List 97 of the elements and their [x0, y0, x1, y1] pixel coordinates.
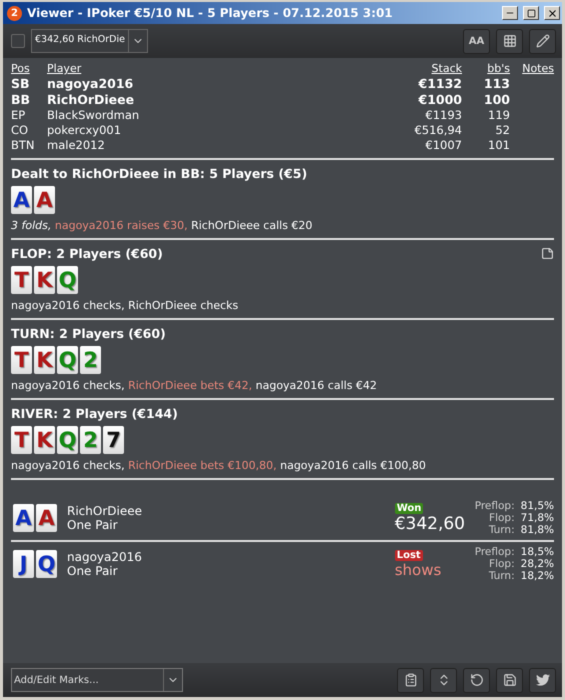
equity-label: Turn:	[488, 524, 515, 536]
marks-field[interactable]: Add/Edit Marks...	[12, 669, 163, 691]
hand-rank: One Pair	[67, 564, 119, 578]
maximize-icon	[526, 8, 536, 18]
playing-card: A	[36, 504, 57, 532]
position-cell-text: CO	[11, 123, 30, 137]
action-line: nagoya2016 checks, RichOrDieee checks	[11, 299, 240, 312]
sort-button[interactable]	[430, 668, 457, 692]
grid-button[interactable]	[496, 28, 523, 54]
player-name: RichOrDieee	[47, 92, 136, 107]
hand-select[interactable]: €342,60 RichOrDie	[31, 29, 148, 53]
position-cell-text: BTN	[11, 138, 36, 152]
player-name: nagoya2016	[67, 550, 143, 564]
equity-label: Preflop:	[474, 546, 515, 558]
street-title: TURN: 2 Players (€60)	[11, 326, 166, 341]
notes-button[interactable]	[397, 668, 424, 692]
player-name: RichOrDieee	[67, 504, 143, 518]
equity-value: 28,2%	[520, 558, 554, 570]
note-icon[interactable]	[541, 247, 554, 260]
equity-label: Flop:	[488, 512, 515, 524]
position-cell-text: SB	[11, 76, 31, 91]
grid-icon	[502, 34, 516, 48]
playing-card: 2	[80, 346, 101, 374]
close-button[interactable]	[544, 6, 560, 20]
stack-cell-text: €1000	[417, 92, 462, 107]
equity-label: Preflop:	[474, 500, 515, 512]
stack-cell-text: €1007	[424, 138, 462, 152]
save-button[interactable]	[496, 668, 523, 692]
playing-card: T	[11, 346, 32, 374]
maximize-button[interactable]	[523, 6, 539, 20]
column-header[interactable]: Player	[47, 62, 352, 75]
playing-card: K	[34, 426, 55, 454]
outcome-badge: Won	[394, 502, 424, 514]
playing-card: K	[34, 266, 55, 294]
equity-label: Flop:	[488, 558, 515, 570]
marks-dropdown[interactable]: Add/Edit Marks...	[11, 668, 183, 692]
outcome-badge: Lost	[394, 550, 423, 560]
street-title: FLOP: 2 Players (€60)	[11, 246, 163, 261]
playing-card: Q	[57, 266, 78, 294]
hand-rank: One Pair	[67, 518, 119, 532]
stack-cell-text: €516,94	[413, 123, 462, 137]
big-blinds-cell-text: 119	[487, 108, 510, 122]
playing-card: K	[34, 346, 55, 374]
action-line: nagoya2016 checks, RichOrDieee bets €42, nagoya2016 calls €42	[11, 379, 378, 392]
edit-button[interactable]	[529, 28, 556, 54]
street-title: RIVER: 2 Players (€144)	[11, 406, 178, 421]
close-icon	[546, 8, 558, 18]
playing-card: 7	[103, 426, 124, 454]
minimize-button[interactable]	[502, 6, 518, 20]
big-blinds-cell-text: 113	[482, 76, 510, 91]
result-amount: €342,60	[394, 514, 465, 534]
rotate-icon	[470, 673, 484, 687]
playing-card: Q	[57, 426, 78, 454]
playing-card: Q	[36, 550, 57, 578]
playing-card: A	[34, 186, 55, 214]
font-size-button[interactable]: AA	[463, 28, 490, 54]
equity-value: 18,5%	[520, 546, 554, 558]
checkbox[interactable]	[11, 34, 25, 48]
playing-card: A	[11, 186, 32, 214]
column-header[interactable]: bb's	[462, 62, 510, 75]
stack-cell-text: €1132	[417, 76, 462, 91]
column-header[interactable]: Notes	[510, 62, 554, 75]
playing-card: Q	[57, 346, 78, 374]
player-name: pokercxy001	[47, 123, 122, 137]
playing-card: J	[13, 550, 34, 578]
equity-value: 18,2%	[520, 570, 554, 582]
player-name: male2012	[47, 138, 106, 152]
stack-cell-text: €1193	[424, 108, 462, 122]
street-title: Dealt to RichOrDieee in BB: 5 Players (€5)	[11, 166, 308, 181]
equity-value: 81,8%	[520, 524, 554, 536]
playing-card: A	[13, 504, 34, 532]
playing-card: T	[11, 266, 32, 294]
save-icon	[502, 673, 516, 687]
position-cell-text: BB	[11, 92, 32, 107]
bird-icon	[536, 673, 550, 687]
equity-value: 81,5%	[520, 500, 554, 512]
app-badge: 2	[7, 6, 22, 20]
column-header[interactable]: Pos	[11, 62, 47, 75]
playing-card: 2	[80, 426, 101, 454]
replay-button[interactable]	[463, 668, 490, 692]
big-blinds-cell-text: 101	[487, 138, 510, 152]
big-blinds-cell-text: 52	[494, 123, 510, 137]
player-name: BlackSwordman	[47, 108, 140, 122]
action-line: nagoya2016 checks, RichOrDieee bets €100,80, nagoya2016 calls €100,80	[11, 459, 427, 472]
big-blinds-cell-text: 100	[482, 92, 510, 107]
pencil-icon	[536, 34, 550, 48]
window-title: Viewer - IPoker €5/10 NL - 5 Players - 07.12.2015 3:01	[27, 6, 394, 20]
twitter-button[interactable]	[529, 668, 556, 692]
position-cell-text: EP	[11, 108, 26, 122]
playing-card: T	[11, 426, 32, 454]
player-name: nagoya2016	[47, 76, 134, 91]
equity-label: Turn:	[488, 570, 515, 582]
equity-value: 71,8%	[520, 512, 554, 524]
action-line: 3 folds, nagoya2016 raises €30, RichOrDieee calls €20	[11, 219, 314, 232]
result-amount: shows	[394, 560, 442, 578]
column-header[interactable]: Stack	[352, 62, 462, 75]
clipboard-icon	[404, 673, 418, 687]
